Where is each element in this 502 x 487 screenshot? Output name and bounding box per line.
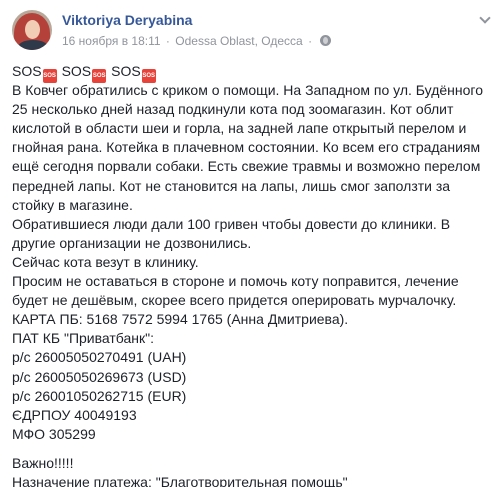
chevron-down-icon[interactable] bbox=[478, 14, 492, 24]
payment-purpose: Назначение платежа: "Благотворительная п… bbox=[12, 473, 348, 487]
text-line: другие организации не дозвонились. bbox=[12, 234, 252, 251]
sos-text: SOS bbox=[61, 63, 92, 79]
globe-icon bbox=[320, 35, 332, 47]
text-line: будет не дешёвым, скорее всего придется … bbox=[12, 292, 457, 309]
text-line: В Ковчег обратились с криком о помощи. Н… bbox=[12, 82, 484, 99]
post-body: SOS SOS SOS SOS SOS SOS В Ковчег обратились с… bbox=[12, 62, 494, 487]
author-name[interactable]: Viktoriya Deryabina bbox=[62, 12, 192, 28]
post-timestamp[interactable]: 16 ноября в 18:11 bbox=[62, 34, 161, 48]
post-header: Viktoriya Deryabina 16 ноября в 18:11 · … bbox=[12, 10, 492, 54]
bank-name: ПАТ КБ "Приватбанк": bbox=[12, 330, 154, 347]
avatar[interactable] bbox=[12, 10, 52, 50]
edrpou-code: ЄДРПОУ 40049193 bbox=[12, 406, 137, 423]
paragraph-payment: Просим не оставаться в стороне и помочь … bbox=[12, 272, 494, 444]
paragraph-important: Важно!!!!! Назначение платежа: "Благотво… bbox=[12, 454, 494, 487]
text-line: Просим не оставаться в стороне и помочь … bbox=[12, 273, 459, 290]
account-eur: р/с 26001050262715 (EUR) bbox=[12, 387, 187, 404]
text-line: передней лапы. Кот не становится на лапы… bbox=[12, 177, 451, 194]
facebook-post: Viktoriya Deryabina 16 ноября в 18:11 · … bbox=[0, 0, 502, 487]
sos-row: SOS SOS SOS SOS SOS SOS bbox=[12, 62, 494, 83]
paragraph-story: В Ковчег обратились с криком о помощи. Н… bbox=[12, 81, 494, 215]
card-number: КАРТА ПБ: 5168 7572 5994 1765 (Анна Дмит… bbox=[12, 311, 349, 328]
account-uah: р/с 26005050270491 (UAH) bbox=[12, 349, 187, 366]
sos-text: SOS bbox=[12, 63, 42, 79]
text-line: кислотой в области шеи и горла, на задне… bbox=[12, 120, 467, 137]
text-line: Важно!!!!! bbox=[12, 454, 74, 471]
text-line: гнойная рана. Котейка в плачевном состоя… bbox=[12, 139, 481, 156]
text-line: ещё сегодня порвали собаки. Есть свежие … bbox=[12, 158, 481, 175]
text-line: Сейчас кота везут в клинику. bbox=[12, 253, 199, 270]
paragraph-status: Обратившиеся люди дали 100 гривен чтобы … bbox=[12, 215, 494, 272]
account-usd: р/с 26005050269673 (USD) bbox=[12, 368, 187, 385]
mfo-code: МФО 305299 bbox=[12, 425, 96, 442]
text-line: Обратившиеся люди дали 100 гривен чтобы … bbox=[12, 215, 451, 232]
sos-text: SOS bbox=[111, 63, 141, 79]
text-line: стойку в магазине. bbox=[12, 196, 133, 213]
post-location[interactable]: Odessa Oblast, Одесса bbox=[175, 34, 302, 48]
post-meta: 16 ноября в 18:11 · Odessa Oblast, Одесс… bbox=[62, 33, 332, 48]
meta-separator: · bbox=[165, 33, 170, 48]
meta-separator: · bbox=[308, 33, 313, 48]
text-line: 25 несколько дней назад подкинули кота п… bbox=[12, 101, 454, 118]
